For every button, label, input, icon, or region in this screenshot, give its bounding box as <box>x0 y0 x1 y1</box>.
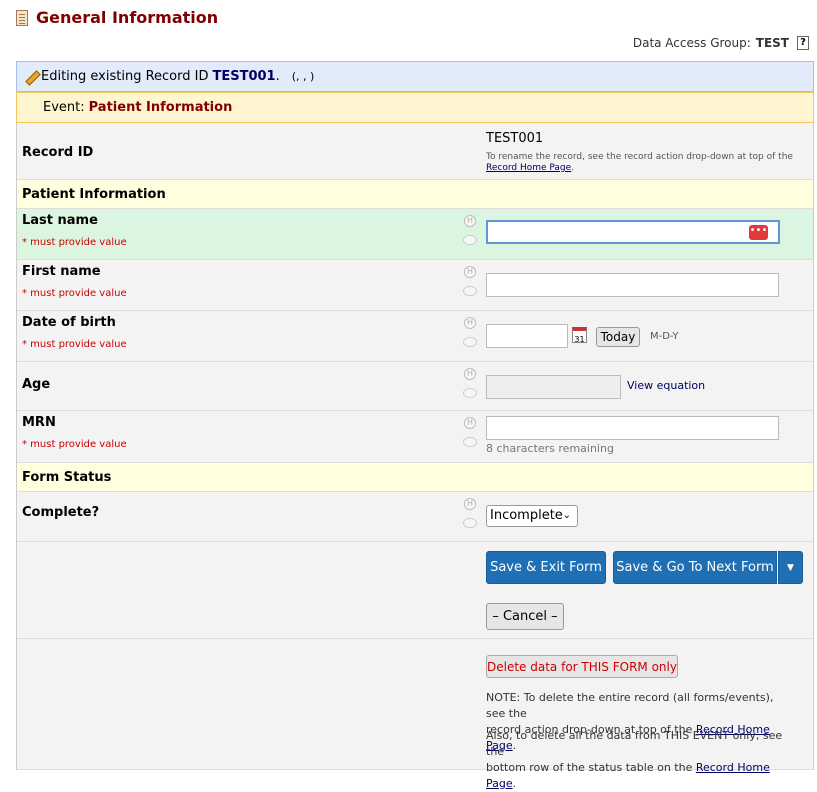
characters-remaining: 8 characters remaining <box>486 442 614 455</box>
save-exit-button[interactable]: Save & Exit Form <box>486 551 606 584</box>
help-icon[interactable]: ? <box>797 36 809 50</box>
complete-selected-value: Incomplete <box>490 508 563 523</box>
note-text: bottom row of the status table on the <box>486 761 693 774</box>
editing-record-id: TEST001 <box>212 69 276 84</box>
today-button[interactable]: Today <box>596 327 640 347</box>
view-equation-link[interactable]: View equation <box>627 379 705 392</box>
field-row-age: Age H View equation <box>17 362 813 411</box>
note-dot: . <box>512 777 517 790</box>
editing-extra: (, , ) <box>291 70 315 83</box>
calendar-icon[interactable]: 31 <box>572 327 587 344</box>
date-format: M-D-Y <box>650 331 679 342</box>
section-title: Patient Information <box>22 186 166 202</box>
page-title: General Information <box>36 8 219 27</box>
save-options-dropdown[interactable]: ▼ <box>778 551 803 584</box>
event-label: Event: <box>43 100 85 115</box>
section-title: Form Status <box>22 469 112 485</box>
mrn-input[interactable] <box>486 416 779 440</box>
required-note: * must provide value <box>22 288 127 299</box>
dag-value: TEST <box>755 36 789 50</box>
data-entry-form: Record ID TEST001 To rename the record, … <box>16 123 814 790</box>
delete-note-2: Also, to delete all the data from THIS E… <box>486 728 796 792</box>
history-icon[interactable]: H <box>464 317 476 329</box>
complete-select[interactable]: Incomplete ⌄ <box>486 505 578 527</box>
save-next-button[interactable]: Save & Go To Next Form <box>613 551 777 584</box>
dob-input[interactable] <box>486 324 568 348</box>
rename-note-text: To rename the record, see the record act… <box>486 152 793 162</box>
comment-icon[interactable] <box>463 286 477 296</box>
section-header-form-status: Form Status <box>17 463 813 492</box>
history-icon[interactable]: H <box>464 215 476 227</box>
delete-form-button[interactable]: Delete data for THIS FORM only <box>486 655 678 678</box>
field-label: Complete? <box>22 505 100 520</box>
rename-note-end: . <box>571 163 575 173</box>
first-name-input[interactable] <box>486 273 779 297</box>
history-icon[interactable]: H <box>464 498 476 510</box>
editing-period: . <box>275 69 280 84</box>
editing-label: Editing existing Record ID <box>41 69 209 84</box>
section-header-patient: Patient Information <box>17 180 813 209</box>
field-label: Last name <box>22 213 98 228</box>
dag-label: Data Access Group: <box>632 36 751 50</box>
field-label: Age <box>22 377 51 392</box>
event-bar: Event: Patient Information <box>16 92 814 123</box>
history-icon[interactable]: H <box>464 266 476 278</box>
age-calculated-field <box>486 375 621 399</box>
history-icon[interactable]: H <box>464 368 476 380</box>
field-row-last-name: Last name * must provide value H ••• <box>17 209 813 260</box>
record-id-row: Record ID TEST001 To rename the record, … <box>17 123 813 180</box>
comment-icon[interactable] <box>463 337 477 347</box>
required-note: * must provide value <box>22 439 127 450</box>
field-label: Date of birth <box>22 315 116 330</box>
editing-record-bar: Editing existing Record ID TEST001. (, ,… <box>16 61 814 92</box>
data-access-group: Data Access Group: TEST ? <box>633 36 809 50</box>
field-row-mrn: MRN * must provide value H 8 characters … <box>17 411 813 463</box>
history-icon[interactable]: H <box>464 417 476 429</box>
save-buttons-row: Save & Exit Form Save & Go To Next Form … <box>17 542 813 639</box>
field-row-first-name: First name * must provide value H <box>17 260 813 311</box>
note-text: NOTE: To delete the entire record (all f… <box>486 691 774 720</box>
field-row-complete: Complete? H Incomplete ⌄ <box>17 492 813 542</box>
comment-icon[interactable] <box>463 437 477 447</box>
form-icon <box>16 9 28 26</box>
page-header: General Information <box>16 8 218 27</box>
delete-row: Delete data for THIS FORM only NOTE: To … <box>17 639 813 790</box>
required-note: * must provide value <box>22 237 127 248</box>
rename-note: To rename the record, see the record act… <box>486 152 806 174</box>
field-row-dob: Date of birth * must provide value H 31 … <box>17 311 813 362</box>
cancel-button[interactable]: – Cancel – <box>486 603 564 630</box>
autofill-icon[interactable]: ••• <box>749 225 768 240</box>
comment-icon[interactable] <box>463 235 477 245</box>
field-label: MRN <box>22 415 56 430</box>
record-id-label: Record ID <box>22 145 94 160</box>
record-home-page-link[interactable]: Record Home Page <box>486 163 571 173</box>
event-name: Patient Information <box>88 100 233 115</box>
pencil-icon <box>25 71 37 83</box>
required-note: * must provide value <box>22 339 127 350</box>
chevron-down-icon: ⌄ <box>562 510 571 521</box>
comment-icon[interactable] <box>463 388 477 398</box>
record-id-value: TEST001 <box>486 131 544 146</box>
comment-icon[interactable] <box>463 518 477 528</box>
last-name-input[interactable]: ••• <box>486 220 780 244</box>
note-text: Also, to delete all the data from THIS E… <box>486 729 783 758</box>
field-label: First name <box>22 264 101 279</box>
